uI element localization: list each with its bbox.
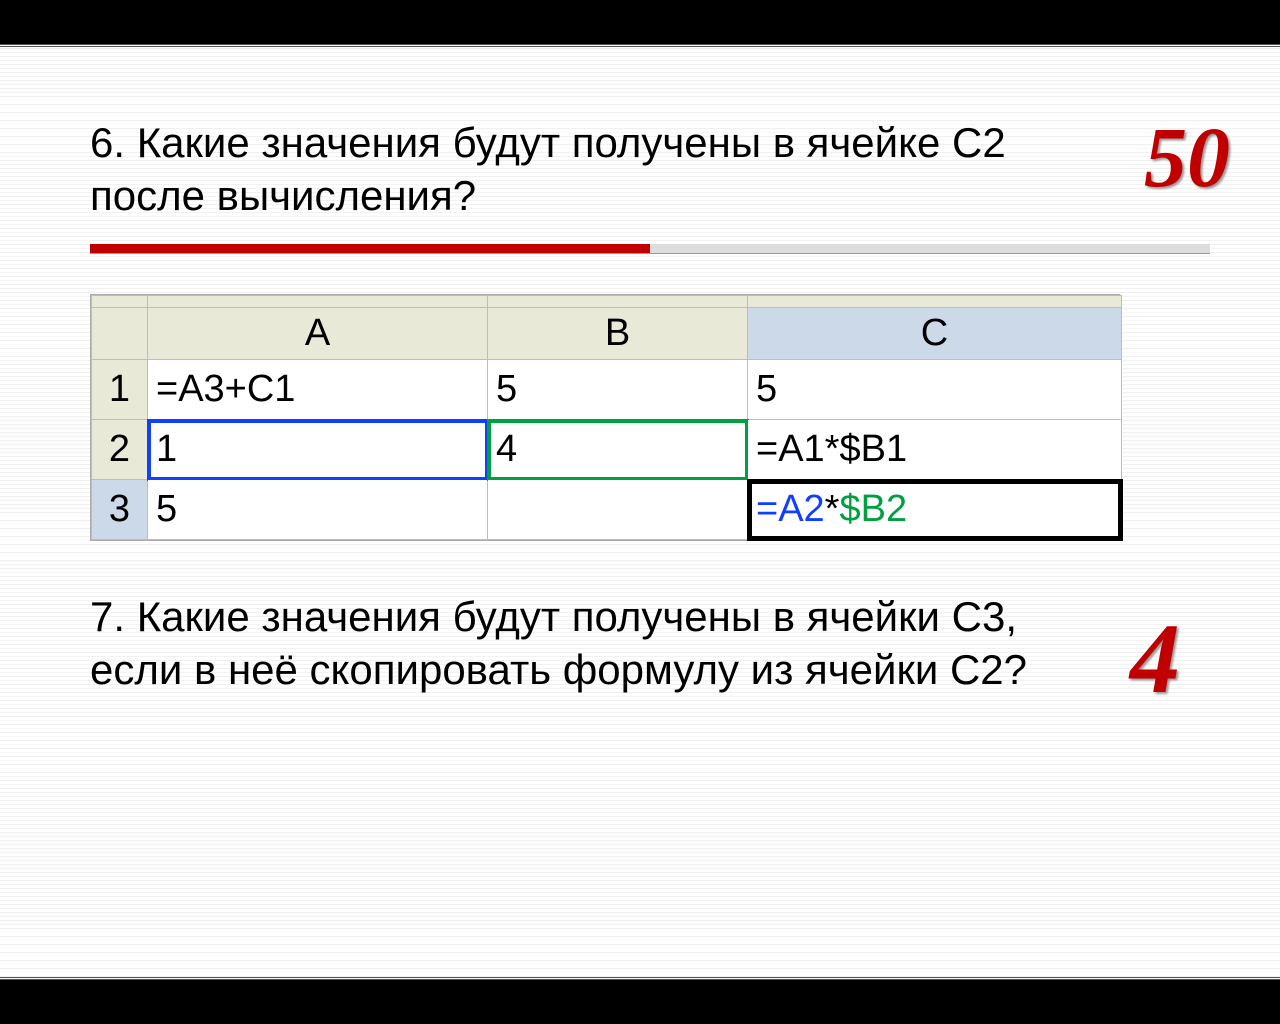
col-header-A[interactable]: A — [148, 308, 488, 360]
question-7-score: 4 — [1130, 601, 1180, 716]
cell-B3[interactable] — [488, 480, 748, 540]
cell-C3[interactable]: =A2*$B2 — [748, 480, 1122, 540]
row-header-2[interactable]: 2 — [92, 420, 148, 480]
row-header-3[interactable]: 3 — [92, 480, 148, 540]
col-header-B[interactable]: B — [488, 308, 748, 360]
column-headers: A B C — [92, 308, 1122, 360]
col-header-C[interactable]: C — [748, 308, 1122, 360]
question-6-text: 6. Какие значения будут получены в ячейк… — [90, 117, 1090, 222]
corner-cell — [92, 308, 148, 360]
question-6-score: 50 — [1144, 107, 1230, 207]
row-1: 1 =A3+C1 5 5 — [92, 360, 1122, 420]
divider — [90, 244, 1210, 254]
cell-B2[interactable]: 4 — [488, 420, 748, 480]
row-2: 2 1 4 =A1*$B1 — [92, 420, 1122, 480]
question-7-text: 7. Какие значения будут получены в ячейк… — [90, 591, 1090, 696]
row-3: 3 5 =A2*$B2 — [92, 480, 1122, 540]
cell-C1[interactable]: 5 — [748, 360, 1122, 420]
spreadsheet: A B C 1 =A3+C1 5 5 2 1 4 =A1*$B1 — [90, 294, 1120, 541]
cell-C3-refB: $B2 — [839, 488, 907, 530]
cell-A1[interactable]: =A3+C1 — [148, 360, 488, 420]
cell-A3[interactable]: 5 — [148, 480, 488, 540]
cell-C2[interactable]: =A1*$B1 — [748, 420, 1122, 480]
question-7-block: 7. Какие значения будут получены в ячейк… — [90, 591, 1210, 696]
cell-C3-op: * — [825, 488, 840, 530]
cell-C3-refA: =A2 — [756, 488, 825, 530]
slide-frame: 6. Какие значения будут получены в ячейк… — [0, 44, 1280, 980]
row-header-1[interactable]: 1 — [92, 360, 148, 420]
cell-B1[interactable]: 5 — [488, 360, 748, 420]
cell-A2[interactable]: 1 — [148, 420, 488, 480]
question-6-block: 6. Какие значения будут получены в ячейк… — [90, 117, 1210, 222]
